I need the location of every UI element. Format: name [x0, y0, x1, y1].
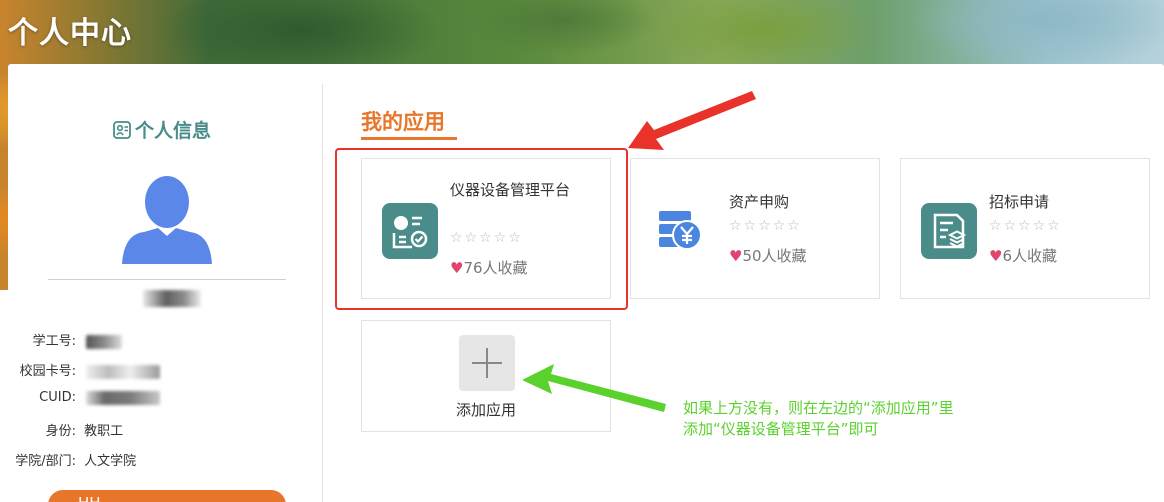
- instruction-note: 如果上方没有，则在左边的“添加应用”里 添加“仪器设备管理平台”即可: [683, 399, 954, 438]
- red-arrow: [628, 91, 756, 150]
- annotation-arrows: [522, 91, 756, 412]
- green-arrow: [522, 364, 666, 412]
